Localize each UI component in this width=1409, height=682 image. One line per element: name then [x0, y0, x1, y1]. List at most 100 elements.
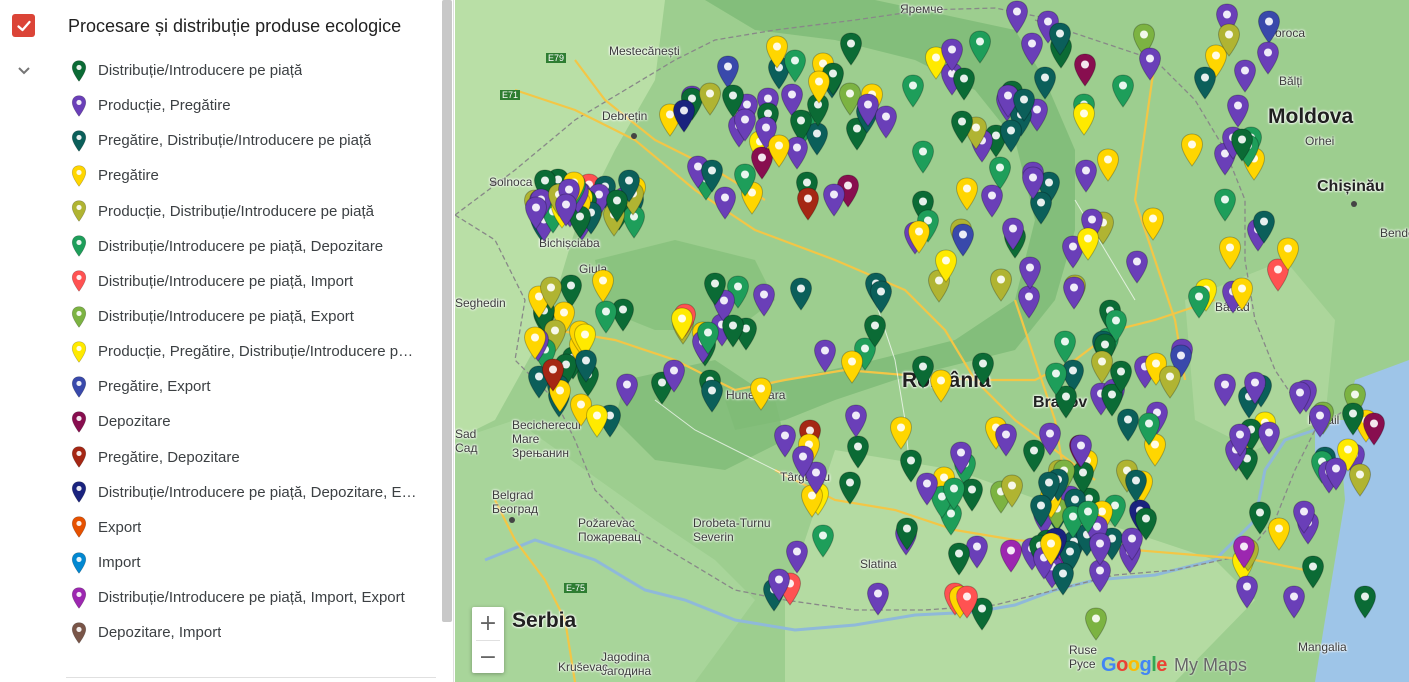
map-marker-pin-icon[interactable] — [807, 70, 831, 104]
map-marker-pin-icon[interactable] — [1039, 532, 1063, 567]
legend-item[interactable]: Distribuție/Introducere pe piață, Import — [66, 264, 422, 299]
map-marker-pin-icon[interactable] — [1134, 507, 1158, 542]
map-marker-pin-icon[interactable] — [895, 517, 919, 552]
map-marker-pin-icon[interactable] — [844, 404, 868, 438]
map-marker-pin-icon[interactable] — [1021, 166, 1045, 201]
map-marker-pin-icon[interactable] — [615, 373, 639, 407]
map-marker-pin-icon[interactable] — [554, 193, 578, 227]
legend-item[interactable]: Pregătire, Export — [66, 369, 422, 404]
map-marker-pin-icon[interactable] — [1022, 439, 1046, 474]
map-marker-pin-icon[interactable] — [1018, 256, 1042, 290]
map-marker-pin-icon[interactable] — [767, 134, 791, 169]
map-marker-pin-icon[interactable] — [911, 140, 935, 174]
legend-item[interactable]: Pregătire, Depozitare — [66, 440, 422, 475]
map-marker-pin-icon[interactable] — [901, 74, 925, 109]
map-marker-pin-icon[interactable] — [591, 269, 615, 303]
map-marker-pin-icon[interactable] — [1218, 236, 1242, 270]
legend-item[interactable]: Import — [66, 545, 422, 580]
map-marker-pin-icon[interactable] — [1076, 500, 1100, 534]
map-marker-pin-icon[interactable] — [1084, 607, 1108, 641]
map-marker-pin-icon[interactable] — [947, 542, 971, 576]
legend-item[interactable]: Producție, Pregătire, Distribuție/Introd… — [66, 334, 422, 369]
map-marker-pin-icon[interactable] — [1111, 74, 1135, 109]
map-marker-pin-icon[interactable] — [1233, 59, 1257, 94]
legend-item[interactable]: Producție, Pregătire — [66, 88, 422, 123]
map-marker-pin-icon[interactable] — [672, 99, 696, 133]
map-marker-pin-icon[interactable] — [1076, 227, 1100, 261]
map-marker-pin-icon[interactable] — [942, 477, 966, 511]
map-marker-pin-icon[interactable] — [1141, 207, 1165, 242]
map-marker-pin-icon[interactable] — [1282, 585, 1306, 619]
map-marker-pin-icon[interactable] — [1187, 285, 1211, 319]
map-marker-pin-icon[interactable] — [866, 582, 890, 617]
map-marker-pin-icon[interactable] — [952, 67, 976, 101]
map-marker-pin-icon[interactable] — [605, 189, 629, 224]
legend-item[interactable]: Distribuție/Introducere pe piață, Import… — [66, 580, 422, 615]
map-marker-pin-icon[interactable] — [968, 30, 992, 64]
legend-item[interactable]: Depozitare — [66, 404, 422, 439]
map-marker-pin-icon[interactable] — [1051, 562, 1075, 596]
map-marker-pin-icon[interactable] — [1230, 277, 1254, 311]
map-marker-pin-icon[interactable] — [1226, 94, 1250, 128]
map-marker-pin-icon[interactable] — [1074, 159, 1098, 193]
map-marker-pin-icon[interactable] — [1213, 373, 1237, 407]
map-marker-pin-icon[interactable] — [1000, 474, 1024, 508]
map-marker-pin-icon[interactable] — [999, 119, 1023, 153]
legend-item[interactable]: Distribuție/Introducere pe piață — [66, 53, 422, 88]
map-marker-pin-icon[interactable] — [524, 196, 548, 230]
zoom-in-button[interactable]: + — [472, 607, 504, 640]
map-marker-pin-icon[interactable] — [1048, 22, 1072, 56]
map-marker-pin-icon[interactable] — [698, 82, 722, 116]
map-marker-pin-icon[interactable] — [1096, 148, 1120, 182]
collapse-legend-button[interactable] — [12, 58, 36, 82]
map-marker-pin-icon[interactable] — [994, 423, 1018, 457]
map-marker-pin-icon[interactable] — [1138, 47, 1162, 81]
map-marker-pin-icon[interactable] — [1005, 0, 1029, 35]
map-marker-pin-icon[interactable] — [929, 369, 953, 403]
map-marker-pin-icon[interactable] — [874, 105, 898, 139]
map-marker-pin-icon[interactable] — [721, 314, 745, 348]
map-marker-pin-icon[interactable] — [523, 326, 547, 360]
map-marker-pin-icon[interactable] — [934, 249, 958, 283]
map-marker-pin-icon[interactable] — [1248, 501, 1272, 535]
map-marker-pin-icon[interactable] — [1292, 500, 1316, 534]
map-marker-pin-icon[interactable] — [1257, 421, 1281, 456]
map-marker-pin-icon[interactable] — [574, 349, 598, 383]
map-marker-pin-icon[interactable] — [813, 339, 837, 373]
map-marker-pin-icon[interactable] — [1324, 457, 1348, 491]
map-marker-pin-icon[interactable] — [1062, 276, 1086, 311]
map-marker-pin-icon[interactable] — [1217, 23, 1241, 57]
map-marker-pin-icon[interactable] — [767, 568, 791, 602]
map-marker-pin-icon[interactable] — [1090, 350, 1114, 384]
map-marker-pin-icon[interactable] — [662, 359, 686, 393]
map-marker-pin-icon[interactable] — [1276, 237, 1300, 272]
map-marker-pin-icon[interactable] — [749, 377, 773, 412]
map-marker-pin-icon[interactable] — [1124, 469, 1148, 504]
map-marker-pin-icon[interactable] — [1044, 362, 1068, 397]
map-marker-pin-icon[interactable] — [950, 110, 974, 145]
map-marker-pin-icon[interactable] — [696, 321, 720, 355]
map-marker-pin-icon[interactable] — [1033, 66, 1057, 100]
map-marker-pin-icon[interactable] — [789, 277, 813, 312]
map-marker-pin-icon[interactable] — [838, 471, 862, 505]
map-marker-pin-icon[interactable] — [585, 404, 609, 439]
map-marker-pin-icon[interactable] — [700, 378, 724, 413]
map-marker-pin-icon[interactable] — [1193, 66, 1217, 100]
map-marker-pin-icon[interactable] — [1230, 128, 1254, 162]
map-marker-pin-icon[interactable] — [1232, 535, 1256, 570]
map-marker-pin-icon[interactable] — [1235, 575, 1259, 610]
map-marker-pin-icon[interactable] — [1213, 188, 1237, 222]
legend-item[interactable]: Pregătire, Distribuție/Introducere pe pi… — [66, 123, 422, 158]
sidebar-scrollbar[interactable] — [442, 0, 452, 622]
map-marker-pin-icon[interactable] — [796, 187, 820, 222]
map-marker-pin-icon[interactable] — [889, 416, 913, 450]
map-marker-pin-icon[interactable] — [791, 445, 815, 479]
map-marker-pin-icon[interactable] — [907, 220, 931, 255]
map-marker-pin-icon[interactable] — [971, 352, 995, 386]
legend-item[interactable]: Pregătire — [66, 158, 422, 193]
legend-item[interactable]: Distribuție/Introducere pe piață, Export — [66, 299, 422, 334]
legend-item[interactable]: Export — [66, 510, 422, 545]
map-marker-pin-icon[interactable] — [811, 524, 835, 558]
zoom-out-button[interactable]: − — [472, 641, 504, 674]
map-marker-pin-icon[interactable] — [752, 283, 776, 318]
